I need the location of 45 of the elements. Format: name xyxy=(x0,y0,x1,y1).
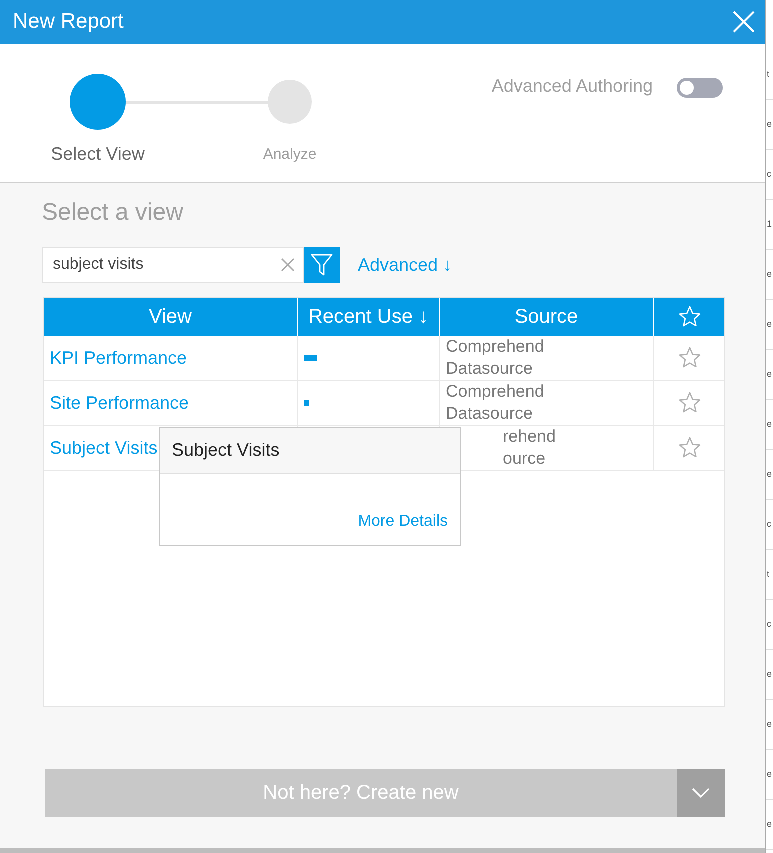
column-header[interactable]: Recent Use ↓ xyxy=(298,298,440,336)
favorite-star-icon[interactable] xyxy=(678,436,702,460)
background-text: e xyxy=(767,469,772,479)
background-text: e xyxy=(767,769,772,779)
window-title: New Report xyxy=(13,10,124,34)
source-cell-text: rehend ource xyxy=(503,426,557,470)
background-text: c xyxy=(767,619,772,629)
background-text: e xyxy=(767,319,772,329)
chevron-down-icon[interactable] xyxy=(692,788,710,798)
section-heading: Select a view xyxy=(42,199,184,227)
step-label: Analyze xyxy=(263,146,317,163)
column-header[interactable]: Source xyxy=(440,298,654,336)
search-field[interactable]: subject visits xyxy=(42,247,304,283)
filter-button[interactable] xyxy=(304,247,340,283)
favorite-star-icon[interactable] xyxy=(678,346,702,370)
tooltip-title: Subject Visits xyxy=(172,440,280,461)
background-text: e xyxy=(767,669,772,679)
background-text: t xyxy=(767,69,770,79)
background-text: e xyxy=(767,119,772,129)
toggle-switch[interactable] xyxy=(677,78,723,98)
search-input[interactable]: subject visits xyxy=(51,255,281,275)
close-icon[interactable] xyxy=(733,11,755,33)
step-label: Select View xyxy=(51,144,145,165)
favorite-star-icon[interactable] xyxy=(678,391,702,415)
view-link[interactable]: Site Performance xyxy=(50,392,190,414)
background-text: e xyxy=(767,269,772,279)
view-link[interactable]: Subject Visits xyxy=(50,438,158,458)
background-text: c xyxy=(767,169,772,179)
star-icon[interactable] xyxy=(678,305,702,329)
column-header[interactable]: View xyxy=(44,298,298,336)
background-text: e xyxy=(767,419,772,429)
clear-icon[interactable] xyxy=(281,258,295,272)
source-cell-text: Comprehend Datasource xyxy=(446,336,546,380)
view-link[interactable]: KPI Performance xyxy=(50,348,188,368)
toggle-label: Advanced Authoring xyxy=(492,76,653,97)
step-circle[interactable] xyxy=(268,80,312,124)
background-text: c xyxy=(767,519,772,529)
background-text: 1 xyxy=(767,219,772,229)
background-text: e xyxy=(767,369,772,379)
background-text: t xyxy=(767,569,770,579)
advanced-link[interactable]: Advanced ↓ xyxy=(358,254,452,276)
more-details-link[interactable]: More Details xyxy=(358,513,448,531)
background-text: e xyxy=(767,719,772,729)
filter-icon[interactable] xyxy=(311,253,333,277)
background-text: e xyxy=(767,819,772,829)
